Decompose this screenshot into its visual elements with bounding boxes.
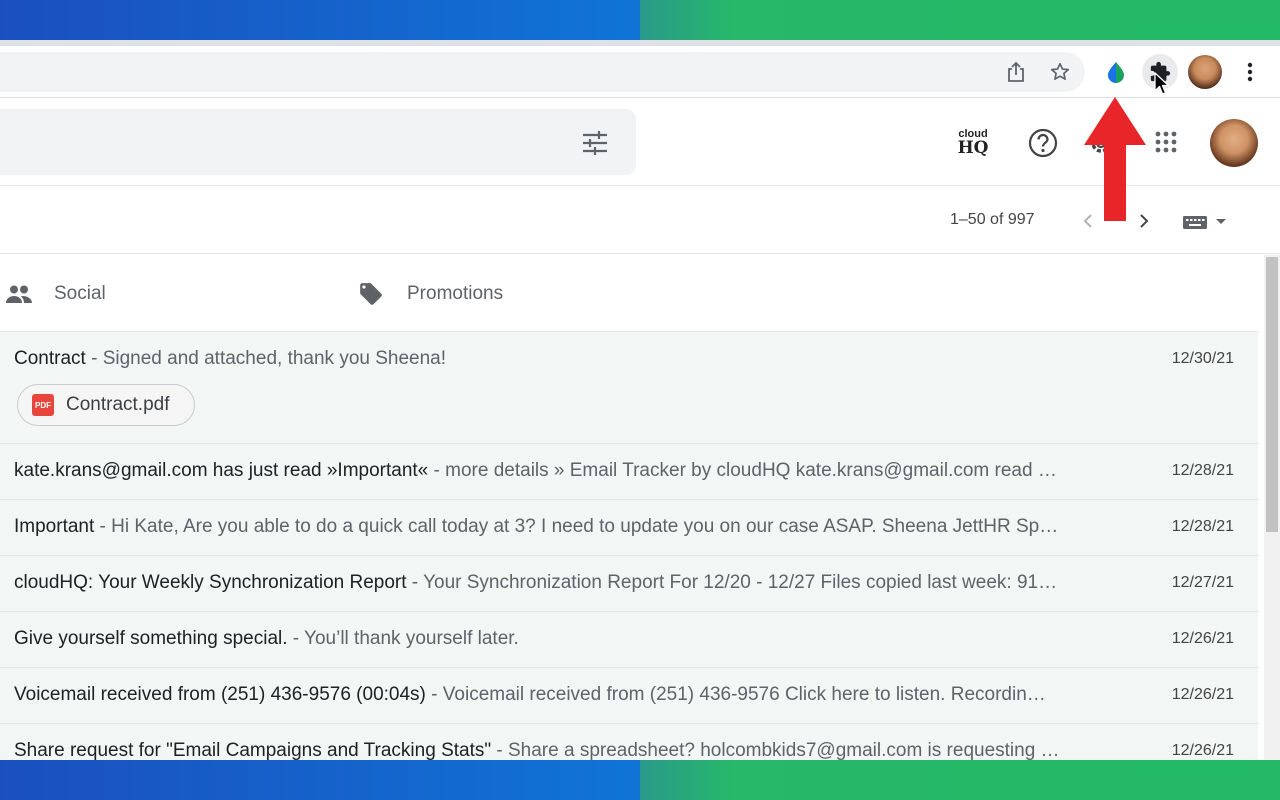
email-snippet: - Your Synchronization Report For 12/20 … xyxy=(406,572,1058,593)
email-line: Give yourself something special. - You’l… xyxy=(14,628,1104,650)
share-icon[interactable] xyxy=(1004,60,1028,84)
email-line: Important - Hi Kate, Are you able to do … xyxy=(14,516,1104,538)
search-bar[interactable] xyxy=(0,109,636,175)
email-list: Contract - Signed and attached, thank yo… xyxy=(0,332,1258,760)
bottom-color-band xyxy=(0,760,1280,800)
tag-icon xyxy=(360,282,382,305)
help-icon[interactable] xyxy=(1028,128,1058,158)
email-subject: Voicemail received from (251) 436-9576 (… xyxy=(14,684,426,705)
keyboard-input-icon[interactable] xyxy=(1180,211,1230,231)
email-line: Voicemail received from (251) 436-9576 (… xyxy=(14,684,1104,706)
email-subject: cloudHQ: Your Weekly Synchronization Rep… xyxy=(14,572,407,593)
email-line: Share request for "Email Campaigns and T… xyxy=(14,740,1104,760)
email-date: 12/27/21 xyxy=(1171,574,1234,591)
email-date: 12/26/21 xyxy=(1171,742,1234,759)
email-date: 12/26/21 xyxy=(1171,686,1234,703)
email-snippet: - more details » Email Tracker by cloudH… xyxy=(428,460,1057,481)
tab-strip-edge xyxy=(0,40,1280,46)
extension-drop-icon[interactable] xyxy=(1104,60,1128,84)
cloudhq-logo[interactable]: cloud HQ xyxy=(952,128,994,158)
email-subject: Share request for "Email Campaigns and T… xyxy=(14,740,492,760)
search-options-icon[interactable] xyxy=(580,128,610,158)
browser-toolbar xyxy=(0,40,1280,98)
address-bar[interactable] xyxy=(0,52,1085,92)
email-subject: kate.krans@gmail.com has just read »Impo… xyxy=(14,460,429,481)
pagination-count: 1–50 of 997 xyxy=(950,211,1035,228)
email-date: 12/30/21 xyxy=(1171,350,1234,367)
people-icon xyxy=(6,285,32,303)
cloudhq-logo-bottom: HQ xyxy=(957,138,989,158)
list-scrollbar[interactable] xyxy=(1264,255,1280,760)
more-vert-icon[interactable] xyxy=(1238,60,1262,84)
email-row[interactable]: kate.krans@gmail.com has just read »Impo… xyxy=(0,444,1258,500)
tab-social[interactable]: Social xyxy=(6,255,106,332)
tab-promotions[interactable]: Promotions xyxy=(358,255,503,332)
email-row[interactable]: Voicemail received from (251) 436-9576 (… xyxy=(0,668,1258,724)
top-color-band xyxy=(0,0,1280,40)
email-line: Contract - Signed and attached, thank yo… xyxy=(14,348,1104,370)
email-line: cloudHQ: Your Weekly Synchronization Rep… xyxy=(14,572,1104,594)
email-subject: Contract xyxy=(14,348,86,369)
email-snippet: - Voicemail received from (251) 436-9576… xyxy=(425,684,1046,705)
email-snippet: - You’ll thank yourself later. xyxy=(287,628,519,649)
apps-grid-icon[interactable] xyxy=(1152,128,1180,156)
email-row[interactable]: cloudHQ: Your Weekly Synchronization Rep… xyxy=(0,556,1258,612)
email-row[interactable]: Give yourself something special. - You’l… xyxy=(0,612,1258,668)
bookmark-star-icon[interactable] xyxy=(1048,60,1072,84)
band-blue-segment xyxy=(0,0,640,40)
email-subject: Give yourself something special. xyxy=(14,628,288,649)
account-avatar[interactable] xyxy=(1210,119,1258,167)
email-date: 12/26/21 xyxy=(1171,630,1234,647)
scrollbar-thumb[interactable] xyxy=(1266,257,1278,532)
band-green-segment xyxy=(640,0,1280,40)
email-snippet: - Signed and attached, thank you Sheena! xyxy=(85,348,447,369)
email-row[interactable]: Important - Hi Kate, Are you able to do … xyxy=(0,500,1258,556)
profile-avatar[interactable] xyxy=(1188,55,1222,89)
attachment-name: Contract.pdf xyxy=(66,394,170,415)
email-line: kate.krans@gmail.com has just read »Impo… xyxy=(14,460,1104,482)
pdf-icon: PDF xyxy=(32,394,54,416)
email-date: 12/28/21 xyxy=(1171,518,1234,535)
mouse-cursor-icon xyxy=(1154,72,1170,101)
email-date: 12/28/21 xyxy=(1171,462,1234,479)
email-subject: Important xyxy=(14,516,95,537)
tab-promotions-label: Promotions xyxy=(407,282,504,304)
email-row[interactable]: Contract - Signed and attached, thank yo… xyxy=(0,332,1258,444)
email-row[interactable]: Share request for "Email Campaigns and T… xyxy=(0,724,1258,760)
tab-social-label: Social xyxy=(54,282,106,304)
email-snippet: - Share a spreadsheet? holcombkids7@gmai… xyxy=(491,740,1060,760)
band-green-segment xyxy=(640,760,1280,800)
red-arrow-annotation xyxy=(1082,95,1148,228)
band-blue-segment xyxy=(0,760,640,800)
attachment-chip[interactable]: PDF Contract.pdf xyxy=(17,384,195,426)
category-tabs: Social Promotions xyxy=(0,255,1258,332)
email-snippet: - Hi Kate, Are you able to do a quick ca… xyxy=(94,516,1059,537)
